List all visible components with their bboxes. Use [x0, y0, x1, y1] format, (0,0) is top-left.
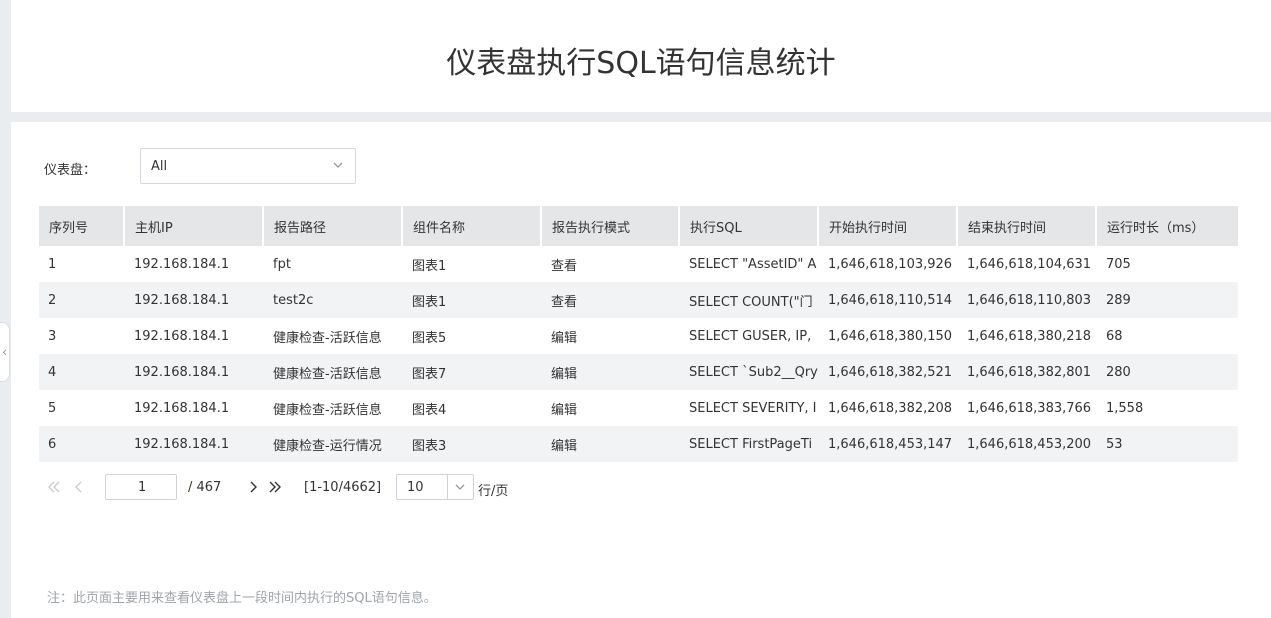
table-cell: 3	[39, 318, 125, 354]
table-cell: SELECT "AssetID" A	[680, 246, 819, 282]
table-cell: 图表1	[403, 246, 542, 282]
table-cell: 192.168.184.1	[125, 318, 264, 354]
column-header: 运行时长（ms）	[1097, 206, 1238, 246]
table-cell: 68	[1097, 318, 1238, 354]
header-panel: 仪表盘执行SQL语句信息统计	[11, 0, 1271, 112]
table-row[interactable]: 1 192.168.184.1 fpt 图表1 查看 SELECT "AssetID" A…	[39, 246, 1238, 282]
chevron-left-icon: ‹	[2, 345, 7, 359]
table-cell: 编辑	[542, 390, 680, 426]
column-header: 组件名称	[403, 206, 542, 246]
prev-page-icon[interactable]	[72, 480, 86, 494]
table-cell: 192.168.184.1	[125, 354, 264, 390]
pagination: / 467 [1-10/4662] 10 行/页	[47, 474, 647, 500]
table-cell: 280	[1097, 354, 1238, 390]
table-cell: 健康检查-活跃信息	[264, 390, 403, 426]
table-cell: 图表5	[403, 318, 542, 354]
page-note: 注：此页面主要用来查看仪表盘上一段时间内执行的SQL语句信息。	[47, 591, 437, 606]
column-header: 报告路径	[264, 206, 403, 246]
last-page-icon[interactable]	[268, 480, 282, 494]
table-row[interactable]: 5 192.168.184.1 健康检查-活跃信息 图表4 编辑 SELECT SEVER…	[39, 390, 1238, 426]
table-cell: 图表3	[403, 426, 542, 462]
select-divider	[447, 475, 448, 499]
table-cell: 查看	[542, 246, 680, 282]
table-cell: 192.168.184.1	[125, 246, 264, 282]
column-header: 序列号	[39, 206, 125, 246]
table-cell: 4	[39, 354, 125, 390]
table-row[interactable]: 4 192.168.184.1 健康检查-活跃信息 图表7 编辑 SELECT `Sub2…	[39, 354, 1238, 390]
column-header: 开始执行时间	[819, 206, 958, 246]
table-cell: test2c	[264, 282, 403, 318]
chevron-down-icon	[455, 484, 465, 490]
table-cell: SELECT `Sub2__Qry	[680, 354, 819, 390]
page-title: 仪表盘执行SQL语句信息统计	[446, 46, 836, 81]
page-size-select[interactable]: 10	[396, 474, 474, 500]
table-cell: 1,558	[1097, 390, 1238, 426]
next-page-icon[interactable]	[246, 480, 260, 494]
table-cell: SELECT GUSER, IP,	[680, 318, 819, 354]
table-cell: 编辑	[542, 318, 680, 354]
table-cell: 192.168.184.1	[125, 282, 264, 318]
total-pages: / 467	[188, 480, 222, 495]
table-cell: 1,646,618,383,766	[958, 390, 1097, 426]
table-row[interactable]: 6 192.168.184.1 健康检查-运行情况 图表3 编辑 SELECT First…	[39, 426, 1238, 462]
table-cell: 1,646,618,104,631	[958, 246, 1097, 282]
table-cell: 1,646,618,382,208	[819, 390, 958, 426]
page-size-value: 10	[407, 479, 424, 495]
first-page-icon[interactable]	[47, 480, 61, 494]
table-cell: 图表7	[403, 354, 542, 390]
table-row[interactable]: 2 192.168.184.1 test2c 图表1 查看 SELECT COUNT("门…	[39, 282, 1238, 318]
dashboard-select-value: All	[151, 158, 168, 174]
dashboard-select[interactable]: All	[140, 148, 356, 184]
table-cell: 编辑	[542, 354, 680, 390]
table-cell: 查看	[542, 282, 680, 318]
dashboard-filter-label: 仪表盘：	[44, 163, 97, 178]
table-cell: 2	[39, 282, 125, 318]
table-cell: 705	[1097, 246, 1238, 282]
table-cell: 1	[39, 246, 125, 282]
table-cell: SELECT FirstPageTi	[680, 426, 819, 462]
table-cell: 图表4	[403, 390, 542, 426]
column-header: 主机IP	[125, 206, 264, 246]
table-row[interactable]: 3 192.168.184.1 健康检查-活跃信息 图表5 编辑 SELECT GUSER…	[39, 318, 1238, 354]
table-cell: 53	[1097, 426, 1238, 462]
table-cell: 健康检查-活跃信息	[264, 354, 403, 390]
table-cell: 5	[39, 390, 125, 426]
table-cell: 1,646,618,382,521	[819, 354, 958, 390]
record-range: [1-10/4662]	[304, 480, 382, 495]
table-cell: 1,646,618,110,514	[819, 282, 958, 318]
table-cell: 1,646,618,380,150	[819, 318, 958, 354]
column-header: 报告执行模式	[542, 206, 680, 246]
table-header-row: 序列号 主机IP 报告路径 组件名称 报告执行模式 执行SQL 开始执行时间 结束执行时间 运行…	[39, 206, 1238, 246]
table-cell: fpt	[264, 246, 403, 282]
per-page-label: 行/页	[478, 484, 509, 499]
table-cell: 健康检查-运行情况	[264, 426, 403, 462]
table-cell: 1,646,618,380,218	[958, 318, 1097, 354]
column-header: 执行SQL	[680, 206, 819, 246]
table-cell: 健康检查-活跃信息	[264, 318, 403, 354]
column-header: 结束执行时间	[958, 206, 1097, 246]
table-cell: 289	[1097, 282, 1238, 318]
page-number-input[interactable]	[105, 474, 177, 500]
table-cell: 1,646,618,453,200	[958, 426, 1097, 462]
sql-stats-table: 序列号 主机IP 报告路径 组件名称 报告执行模式 执行SQL 开始执行时间 结束执行时间 运行…	[39, 206, 1238, 462]
table-cell: 192.168.184.1	[125, 426, 264, 462]
chevron-down-icon	[333, 162, 343, 168]
table-cell: 6	[39, 426, 125, 462]
table-cell: 编辑	[542, 426, 680, 462]
table-cell: 192.168.184.1	[125, 390, 264, 426]
table-cell: 1,646,618,453,147	[819, 426, 958, 462]
collapse-sidebar-toggle[interactable]: ‹	[0, 322, 10, 382]
table-cell: 图表1	[403, 282, 542, 318]
table-cell: SELECT SEVERITY, I	[680, 390, 819, 426]
table-cell: 1,646,618,382,801	[958, 354, 1097, 390]
table-cell: 1,646,618,103,926	[819, 246, 958, 282]
table-cell: 1,646,618,110,803	[958, 282, 1097, 318]
table-cell: SELECT COUNT("门	[680, 282, 819, 318]
